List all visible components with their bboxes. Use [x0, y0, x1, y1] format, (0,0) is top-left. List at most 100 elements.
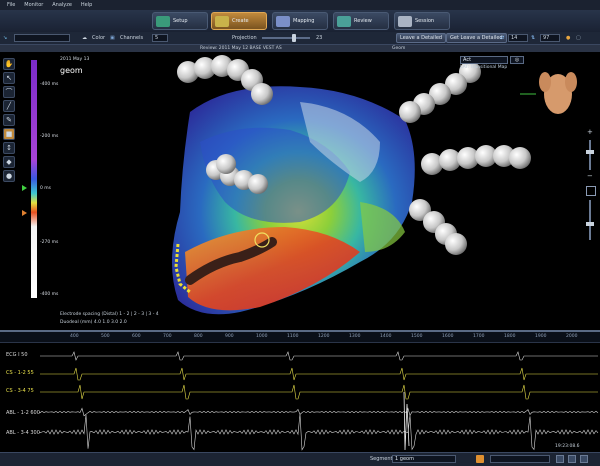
clip-slider[interactable]	[589, 200, 591, 240]
projection-slider-thumb[interactable]	[292, 34, 296, 42]
leave-detailed-button[interactable]: Leave a Detailed	[396, 33, 447, 43]
channels-field[interactable]: 5	[152, 34, 168, 42]
play-icon[interactable]	[476, 455, 484, 463]
scale-label-4: -400 ms	[40, 292, 59, 297]
fit-view-icon[interactable]	[586, 186, 596, 196]
measure-icon[interactable]: ↕	[3, 142, 15, 154]
tag-icon[interactable]: ◆	[3, 156, 15, 168]
ecg-tick-label: 500	[101, 334, 110, 339]
menu-item-help[interactable]: Help	[81, 0, 92, 10]
dot-icon[interactable]: ●	[3, 170, 15, 182]
status-bar: Segment 1 geom	[0, 452, 600, 466]
ecg-tick-label: 1100	[287, 334, 299, 339]
ecg-trace	[40, 384, 598, 400]
pen-icon[interactable]: ✎	[3, 114, 15, 126]
hand-icon[interactable]: ✋	[3, 58, 15, 70]
setup-icon	[156, 16, 170, 27]
segment-select[interactable]: 1 geom	[392, 455, 456, 463]
ecg-tick-label: 1600	[442, 334, 454, 339]
line-icon[interactable]: ╱	[3, 100, 15, 112]
scale-label-2: 0 ms	[40, 186, 52, 191]
electrode-distance: Duodeal (mm) 4.0 1.0 3.0 2.0	[60, 320, 127, 325]
left-toolbox: ✋ ↖ ⌒ ╱ ✎ ■ ↕ ◆ ●	[0, 56, 18, 206]
link-icon[interactable]: ⇅	[531, 34, 535, 42]
segment-label: Segment	[370, 456, 393, 462]
map-date: 2011 May 13	[60, 57, 90, 62]
review-icon	[337, 16, 351, 27]
ecg-time-readout: 19:23:08.6	[555, 444, 580, 449]
toolbar: ↘ ☁ Color ▣ Channels 5 Projection 23 Lea…	[0, 32, 600, 45]
heart-map-render	[22, 55, 577, 315]
scale-label-1: -200 ms	[40, 134, 59, 139]
ecg-tick-label: 1000	[256, 334, 268, 339]
menu-item-file[interactable]: File	[7, 0, 15, 10]
get-leave-detailed-button[interactable]: Get Leave a Detailed	[446, 33, 507, 43]
ecg-tick-label: 1300	[349, 334, 361, 339]
mapping-icon	[276, 16, 290, 27]
scale-label-3: -270 ms	[40, 240, 59, 245]
projection-value: 23	[316, 35, 323, 41]
ecg-trace	[40, 367, 598, 381]
ecg-spike	[403, 391, 410, 451]
channels-label: Channels	[120, 35, 144, 41]
paint-icon[interactable]: ■	[3, 128, 15, 140]
pause-icon[interactable]	[556, 455, 564, 463]
map-type-sub: LAT: Transitional Map	[460, 65, 508, 70]
tab-setup[interactable]: Setup	[152, 12, 208, 30]
map-name: geom	[60, 66, 83, 75]
ecg-tick-label: 1200	[318, 334, 330, 339]
view-title-strip: Review: 2011 May 12 BASE VEST AS Geom	[0, 45, 600, 52]
tab-create[interactable]: Create	[211, 12, 267, 30]
torso-orientation-icon[interactable]	[520, 72, 577, 114]
record-icon[interactable]: ●	[566, 34, 570, 42]
ecg-tick-label: 1700	[473, 334, 485, 339]
zoom-slider[interactable]	[589, 140, 591, 170]
projection-slider[interactable]	[262, 34, 310, 42]
field-a[interactable]: 14	[508, 34, 528, 42]
tab-mapping[interactable]: Mapping	[272, 12, 328, 30]
tab-session[interactable]: Session	[394, 12, 450, 30]
zoom-controls: + −	[580, 90, 598, 290]
electrode-spacing: Electrode spacing (Distal) 1 - 2 | 2 - 3…	[60, 312, 159, 317]
ecg-tick-label: 800	[194, 334, 203, 339]
create-icon	[215, 16, 229, 27]
scale-marker-icon[interactable]	[22, 210, 27, 216]
zoom-in-icon[interactable]: +	[587, 128, 593, 136]
ecg-tick-label: 400	[70, 334, 79, 339]
ecg-tick-label: 900	[225, 334, 234, 339]
timeline-scrubber[interactable]	[490, 455, 550, 463]
lasso-icon[interactable]: ⌒	[3, 86, 15, 98]
map-dropdown[interactable]	[14, 34, 70, 42]
field-b[interactable]: 97	[540, 34, 560, 42]
pointer-icon[interactable]: ↖	[3, 72, 15, 84]
tab-setup-label: Setup	[173, 18, 188, 24]
zoom-slider-thumb[interactable]	[586, 150, 594, 154]
map-type-select[interactable]: Act	[460, 56, 508, 64]
tab-review[interactable]: Review	[333, 12, 389, 30]
settings-icon[interactable]	[580, 455, 588, 463]
ecg-tick-label: 2000	[566, 334, 578, 339]
tab-mapping-label: Mapping	[293, 18, 315, 24]
3d-map-viewport[interactable]	[0, 52, 600, 330]
ecg-tick-label: 1800	[504, 334, 516, 339]
menu-item-monitor[interactable]: Monitor	[24, 0, 43, 10]
ecg-trace	[40, 351, 598, 361]
scale-marker-icon[interactable]	[22, 185, 27, 191]
clip-slider-thumb[interactable]	[586, 222, 594, 226]
camera-icon[interactable]: ▢	[576, 34, 581, 42]
arrows-icon[interactable]: ⇄	[500, 34, 504, 42]
menu-item-analyze[interactable]: Analyze	[52, 0, 72, 10]
view-options-icon[interactable]: ◎	[510, 56, 524, 64]
layers-icon[interactable]: ▣	[110, 34, 115, 42]
pin-icon[interactable]: ↘	[3, 34, 7, 42]
menu-bar: File Monitor Analyze Help	[0, 0, 600, 10]
ecg-panel[interactable]: 400 500 600 700 800 900 1000 1100 1200 1300 1400 15…	[0, 330, 600, 454]
stop-icon[interactable]	[568, 455, 576, 463]
cloud-icon[interactable]: ☁	[82, 34, 87, 42]
zoom-out-icon[interactable]: −	[587, 172, 593, 180]
session-icon	[398, 16, 412, 27]
ecg-tick-label: 700	[163, 334, 172, 339]
ecg-traces	[39, 351, 599, 451]
ecg-trace	[39, 413, 599, 451]
geom-label: Geom	[392, 46, 406, 51]
